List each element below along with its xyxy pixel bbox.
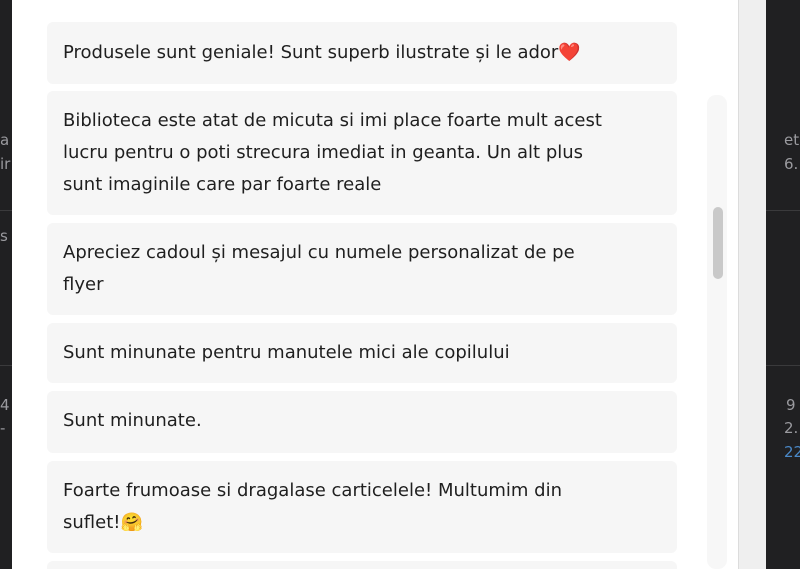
review-text: Sunt minunate pentru manutele mici ale c…: [63, 342, 510, 363]
background-text-fragment: 22: [784, 443, 800, 461]
review-card: Produsele sunt geniale! Sunt superb ilus…: [47, 22, 677, 84]
background-text-fragment: -: [0, 419, 6, 437]
review-card: [47, 561, 677, 569]
reviews-modal: Produsele sunt geniale! Sunt superb ilus…: [12, 0, 738, 569]
reviews-scrollbar-track[interactable]: [707, 95, 727, 569]
review-text: Sunt minunate.: [63, 410, 202, 431]
review-card: Biblioteca este atat de micuta si imi pl…: [47, 91, 677, 215]
review-text: Produsele sunt geniale! Sunt superb ilus…: [63, 42, 581, 63]
background-text-fragment: 4: [0, 396, 10, 414]
background-text-fragment: 9: [786, 396, 796, 414]
review-card: Foarte frumoase si dragalase carticelele…: [47, 461, 677, 553]
scroll-thumb[interactable]: [713, 207, 723, 279]
review-text: Biblioteca este atat de micuta si imi pl…: [63, 110, 602, 195]
review-text: Foarte frumoase si dragalase carticelele…: [63, 480, 562, 533]
review-text: Apreciez cadoul și mesajul cu numele per…: [63, 242, 575, 295]
background-text-fragment: et: [784, 131, 800, 149]
background-text-fragment: ir: [0, 155, 11, 173]
modal-side-panel: [738, 0, 766, 569]
review-card: Sunt minunate.: [47, 391, 677, 453]
review-card: Apreciez cadoul și mesajul cu numele per…: [47, 223, 677, 315]
background-text-fragment: 6.: [784, 155, 799, 173]
review-card: Sunt minunate pentru manutele mici ale c…: [47, 323, 677, 383]
background-text-fragment: a: [0, 131, 10, 149]
background-text-fragment: s: [0, 227, 8, 245]
background-text-fragment: 2.: [784, 419, 799, 437]
